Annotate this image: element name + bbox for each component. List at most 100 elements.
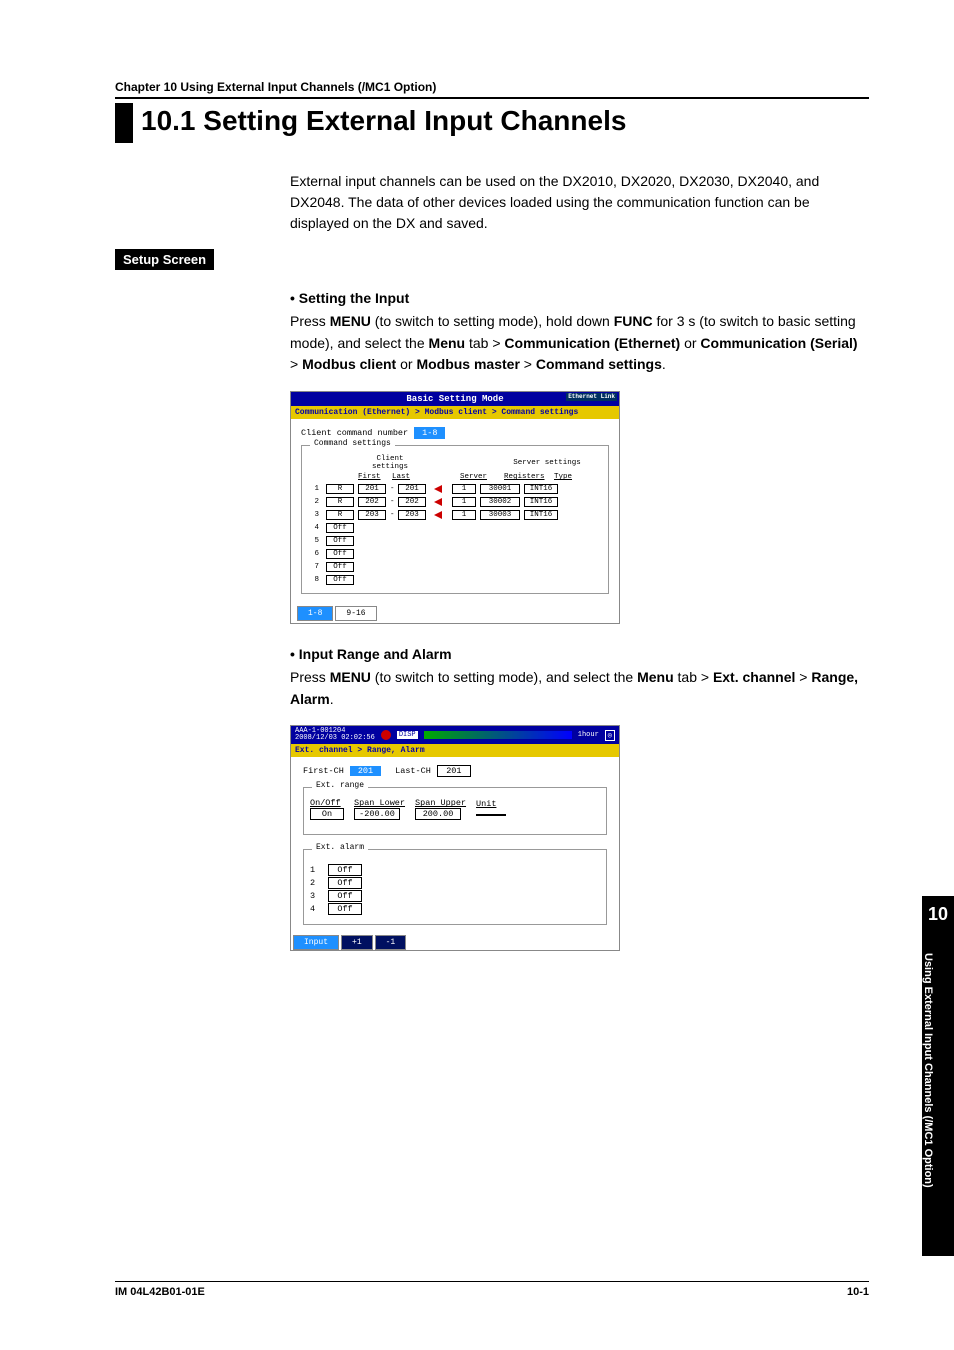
alarm-num: 4: [310, 904, 320, 914]
alarm-value[interactable]: Off: [328, 903, 362, 915]
tab-plus1[interactable]: +1: [341, 935, 373, 950]
tab-input[interactable]: Input: [293, 935, 339, 950]
row-server[interactable]: 1: [452, 497, 476, 507]
row-num: 7: [308, 563, 322, 571]
side-tab: 10 Using External Input Channels (/MC1 O…: [922, 896, 954, 1256]
span-lower-label: Span Lower: [354, 798, 405, 808]
span-upper-label: Span Upper: [415, 798, 466, 808]
row-first[interactable]: 201: [358, 484, 386, 494]
row-type[interactable]: INT16: [524, 484, 558, 494]
row-num: 8: [308, 576, 322, 584]
row-server[interactable]: 1: [452, 510, 476, 520]
unit-value[interactable]: [476, 814, 506, 816]
section-title-range: Input Range and Alarm: [290, 646, 869, 662]
onoff-label: On/Off: [310, 798, 344, 808]
section-heading: 10.1 Setting External Input Channels: [115, 103, 869, 143]
ethernet-link-badge: Ethernet Link: [566, 393, 617, 401]
first-ch-value[interactable]: 201: [350, 766, 381, 776]
page-footer: IM 04L42B01-01E 10-1: [115, 1281, 869, 1298]
alarm-num: 1: [310, 865, 320, 875]
alarm-value[interactable]: Off: [328, 890, 362, 902]
intro-paragraph: External input channels can be used on t…: [290, 171, 869, 234]
command-row: 1R201-201130001INT16: [308, 484, 602, 494]
kw: Modbus client: [302, 356, 396, 372]
row-register[interactable]: 30001: [480, 484, 520, 494]
row-num: 6: [308, 550, 322, 558]
camera-icon: ◎: [605, 730, 615, 741]
ss2-datetime: 2008/12/03 02:02:56: [295, 735, 375, 742]
ss2-model-block: AAA-1-001204 2008/12/03 02:02:56: [295, 728, 375, 742]
row-type[interactable]: INT16: [524, 497, 558, 507]
tab-9-16[interactable]: 9-16: [335, 606, 376, 621]
hour-label: 1hour: [578, 731, 599, 739]
kw: Communication (Ethernet): [504, 335, 680, 351]
command-row: 2R202-202130002INT16: [308, 497, 602, 507]
screenshot-basic-setting: Basic Setting Mode Ethernet Link Communi…: [290, 391, 620, 624]
onoff-value[interactable]: On: [310, 808, 344, 820]
unit-label: Unit: [476, 799, 506, 809]
row-rw[interactable]: Off: [326, 549, 354, 559]
row-register[interactable]: 30003: [480, 510, 520, 520]
kw-menu: MENU: [330, 669, 371, 685]
side-chapter-number: 10: [922, 896, 954, 953]
row-rw[interactable]: R: [326, 497, 354, 507]
row-num: 1: [308, 485, 322, 493]
row-num: 4: [308, 524, 322, 532]
col-last: Last: [392, 473, 422, 481]
command-settings-fieldset: Command settings Client settings Server …: [301, 445, 609, 594]
row-rw[interactable]: Off: [326, 523, 354, 533]
disp-label: DISP: [397, 731, 418, 739]
section2-para: Press MENU (to switch to setting mode), …: [290, 667, 869, 710]
t: >: [795, 669, 811, 685]
row-last[interactable]: 202: [398, 497, 426, 507]
tab-1-8[interactable]: 1-8: [297, 606, 333, 621]
row-rw[interactable]: R: [326, 510, 354, 520]
alarm-row: 1 Off: [310, 864, 600, 876]
row-first[interactable]: 203: [358, 510, 386, 520]
first-ch-label: First-CH: [303, 766, 344, 776]
ext-alarm-legend: Ext. alarm: [312, 843, 368, 852]
row-register[interactable]: 30002: [480, 497, 520, 507]
row-rw[interactable]: R: [326, 484, 354, 494]
dash: -: [390, 485, 394, 493]
row-type[interactable]: INT16: [524, 510, 558, 520]
kw: Modbus master: [416, 356, 519, 372]
kw-func: FUNC: [614, 313, 653, 329]
row-num: 5: [308, 537, 322, 545]
t: >: [520, 356, 536, 372]
ext-range-fieldset: Ext. range On/Off On Span Lower -200.00 …: [303, 787, 607, 835]
client-cmd-range[interactable]: 1-8: [414, 427, 445, 439]
command-row: 8 Off: [308, 575, 602, 585]
col-type: Type: [554, 473, 590, 481]
record-icon: [381, 730, 391, 740]
alarm-value[interactable]: Off: [328, 864, 362, 876]
row-rw[interactable]: Off: [326, 575, 354, 585]
alarm-value[interactable]: Off: [328, 877, 362, 889]
ss2-breadcrumb: Ext. channel > Range, Alarm: [291, 744, 619, 757]
side-chapter-title: Using External Input Channels (/MC1 Opti…: [922, 953, 943, 1243]
span-lower-value[interactable]: -200.00: [354, 808, 400, 820]
col-first: First: [358, 473, 388, 481]
kw: Menu: [637, 669, 674, 685]
fieldset-legend: Command settings: [310, 439, 395, 448]
alarm-row: 4 Off: [310, 903, 600, 915]
col-server: Server: [460, 473, 500, 481]
tab-minus1[interactable]: -1: [375, 935, 407, 950]
row-rw[interactable]: Off: [326, 536, 354, 546]
command-row: 4 Off: [308, 523, 602, 533]
row-num: 3: [308, 511, 322, 519]
hdr-client: Client settings: [358, 455, 422, 471]
dash: -: [390, 511, 394, 519]
row-last[interactable]: 201: [398, 484, 426, 494]
row-rw[interactable]: Off: [326, 562, 354, 572]
row-first[interactable]: 202: [358, 497, 386, 507]
heading-marker: [115, 103, 133, 143]
row-server[interactable]: 1: [452, 484, 476, 494]
command-row: 5 Off: [308, 536, 602, 546]
footer-left: IM 04L42B01-01E: [115, 1286, 205, 1298]
row-last[interactable]: 203: [398, 510, 426, 520]
last-ch-value[interactable]: 201: [437, 765, 471, 777]
span-upper-value[interactable]: 200.00: [415, 808, 461, 820]
progress-bar: [424, 731, 572, 739]
t: Press: [290, 313, 330, 329]
